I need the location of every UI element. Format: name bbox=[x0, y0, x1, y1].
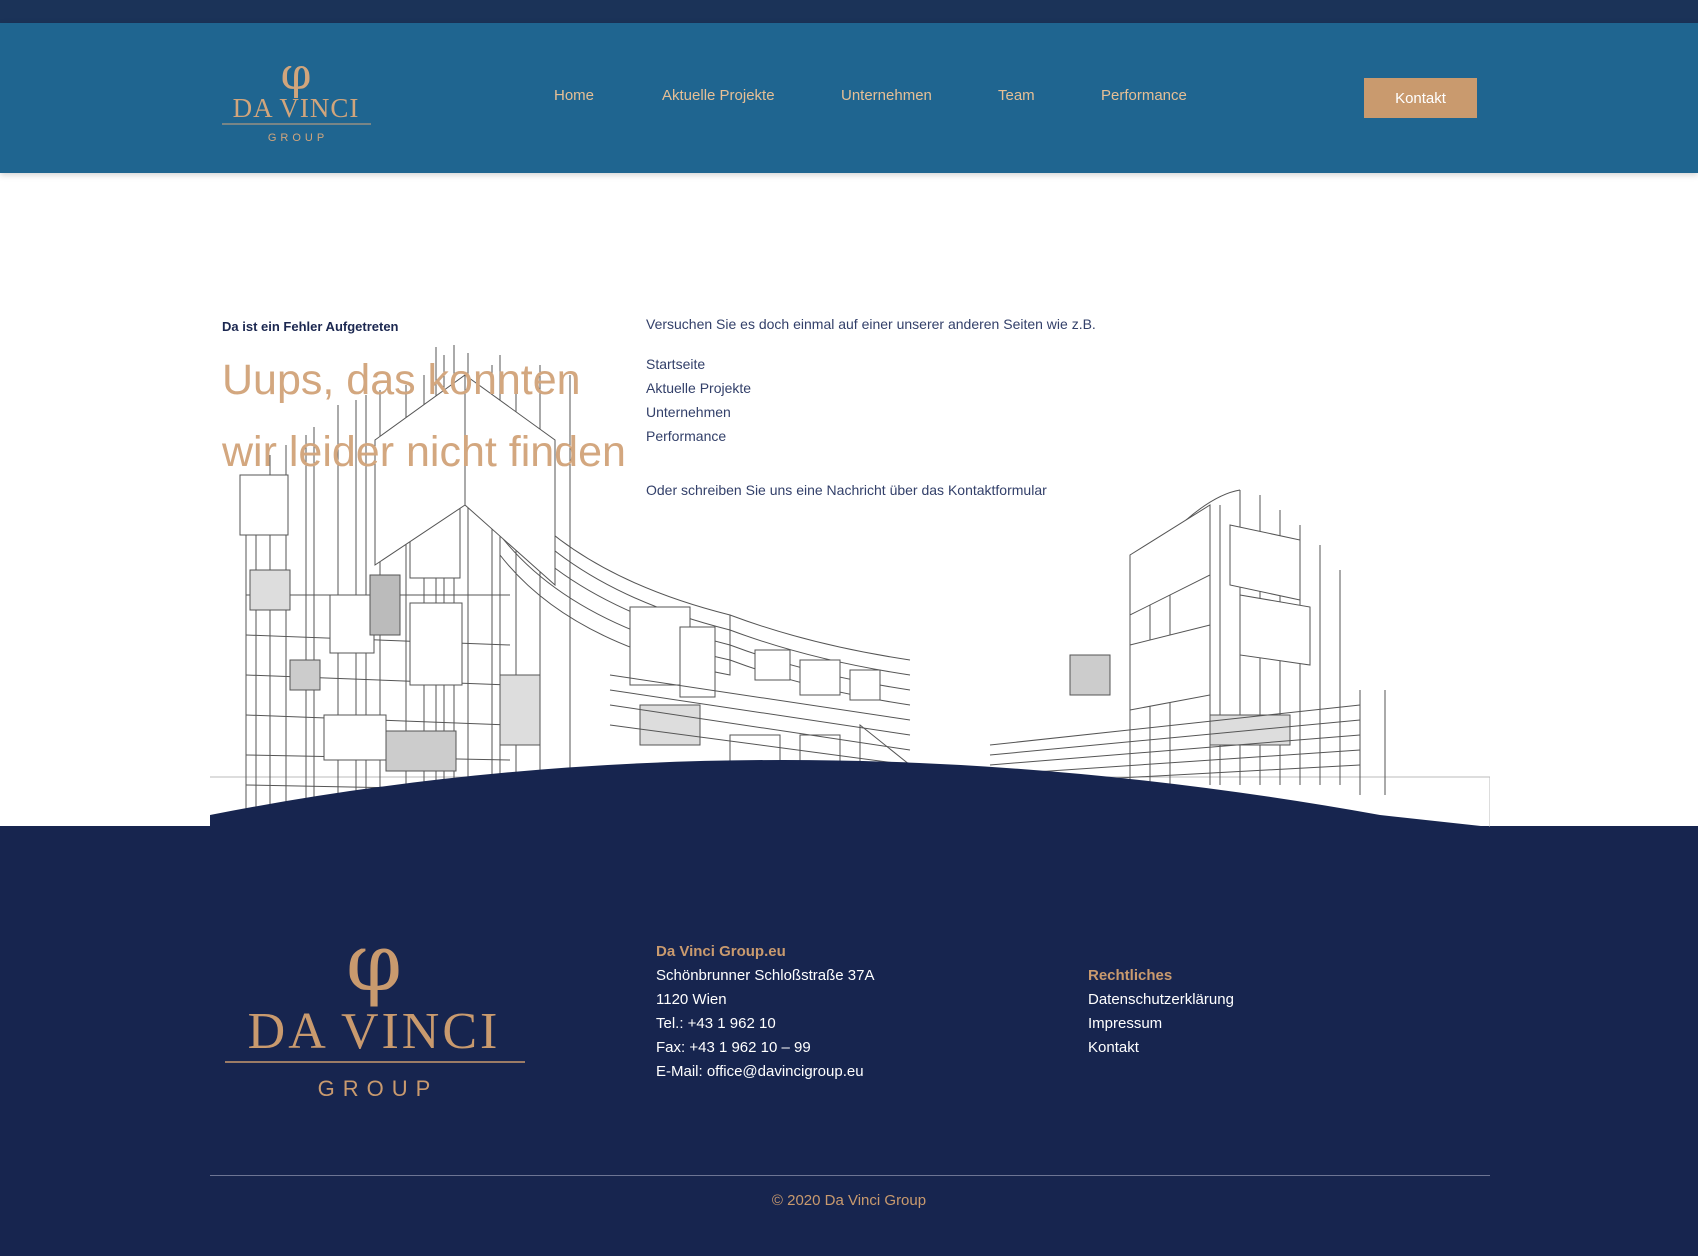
footer-logo-sub: GROUP bbox=[318, 1076, 439, 1101]
link-kontakt[interactable]: Kontakt bbox=[1088, 1036, 1234, 1060]
logo-sub: GROUP bbox=[268, 132, 328, 144]
footer-logo-phi: φ bbox=[346, 918, 402, 1009]
link-datenschutz[interactable]: Datenschutzerklärung bbox=[1088, 988, 1234, 1012]
nav-team[interactable]: Team bbox=[998, 87, 1035, 104]
nav-home[interactable]: Home bbox=[554, 87, 594, 104]
copyright: © 2020 Da Vinci Group bbox=[771, 1192, 927, 1209]
company-city: 1120 Wien bbox=[656, 991, 727, 1008]
footer-logo: φ DA VINCI GROUP bbox=[225, 918, 525, 1101]
link-impressum[interactable]: Impressum bbox=[1088, 1012, 1234, 1036]
nav-unternehmen[interactable]: Unternehmen bbox=[841, 87, 932, 104]
contact-button[interactable]: Kontakt bbox=[1364, 78, 1477, 118]
site-header: φ DA VINCI GROUP Home Aktuelle Projekte … bbox=[0, 23, 1698, 173]
error-title-line2: wir leider nicht finden bbox=[222, 428, 626, 476]
header-logo[interactable]: φ DA VINCI GROUP bbox=[220, 47, 373, 147]
error-title: Uups, das konnten wir leider nicht finde… bbox=[222, 344, 652, 488]
legal-title: Rechtliches bbox=[1088, 967, 1173, 984]
company-address: Schönbrunner Schloßstraße 37A bbox=[656, 967, 875, 984]
company-tel: Tel.: +43 1 962 10 bbox=[656, 1015, 776, 1032]
nav-performance[interactable]: Performance bbox=[1101, 87, 1187, 104]
top-strip bbox=[0, 0, 1698, 23]
error-kicker: Da ist ein Fehler Aufgetreten bbox=[222, 319, 399, 334]
company-fax: Fax: +43 1 962 10 – 99 bbox=[656, 1039, 811, 1056]
logo-wordmark: DA VINCI bbox=[233, 93, 360, 123]
legal-links: Rechtliches Datenschutzerklärung Impress… bbox=[1088, 964, 1234, 1060]
footer-logo-wordmark: DA VINCI bbox=[248, 1003, 501, 1060]
site-footer: φ DA VINCI GROUP Da Vinci Group.eu Schön… bbox=[0, 826, 1698, 1256]
nav-aktuelle-projekte[interactable]: Aktuelle Projekte bbox=[662, 87, 775, 104]
suggestion-text: Versuchen Sie es doch einmal auf einer u… bbox=[646, 316, 1096, 332]
company-email[interactable]: E-Mail: office@davincigroup.eu bbox=[656, 1060, 874, 1084]
error-title-line1: Uups, das konnten bbox=[222, 356, 581, 404]
company-title: Da Vinci Group.eu bbox=[656, 943, 786, 960]
footer-divider bbox=[210, 1175, 1490, 1176]
company-info: Da Vinci Group.eu Schönbrunner Schloßstr… bbox=[656, 940, 874, 1084]
